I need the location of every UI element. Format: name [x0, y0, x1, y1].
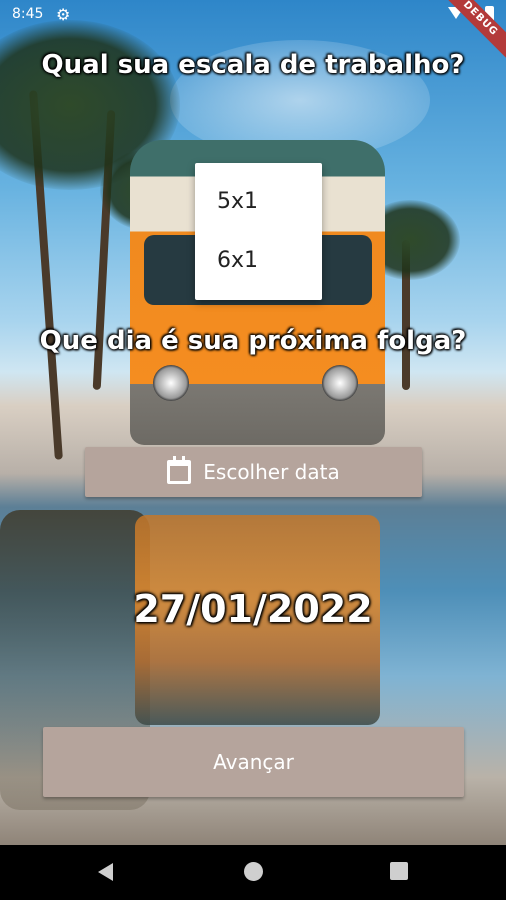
choose-date-label: Escolher data	[203, 460, 340, 484]
status-time: 8:45	[12, 6, 44, 22]
gear-icon: ⚙	[56, 5, 71, 24]
calendar-icon	[167, 456, 192, 484]
next-day-off-question: Que dia é sua próxima folga?	[39, 326, 467, 356]
status-bar: 8:45 ⚙ DEBUG	[0, 0, 506, 68]
navigation-bar	[0, 845, 506, 900]
choose-date-button[interactable]: Escolher data	[85, 447, 422, 497]
recents-icon[interactable]	[390, 862, 408, 880]
work-schedule-question: Qual sua escala de trabalho?	[41, 50, 465, 80]
schedule-dropdown-menu: 5x1 6x1	[195, 163, 322, 300]
background-image	[0, 0, 506, 845]
next-button[interactable]: Avançar	[43, 727, 464, 797]
selected-date: 27/01/2022	[133, 587, 373, 631]
schedule-option-6x1[interactable]: 6x1	[195, 231, 322, 290]
van-headlight	[322, 365, 358, 401]
back-icon[interactable]	[98, 863, 113, 881]
schedule-option-5x1[interactable]: 5x1	[195, 172, 322, 231]
van-headlight	[153, 365, 189, 401]
home-icon[interactable]	[244, 862, 263, 881]
